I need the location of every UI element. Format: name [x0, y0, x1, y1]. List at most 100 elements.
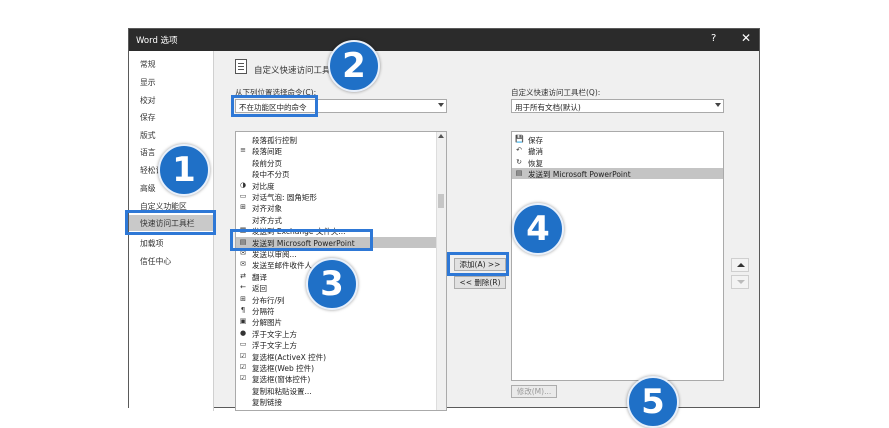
scroll-thumb[interactable] [438, 194, 444, 208]
list-item[interactable]: ▭ 对话气泡: 圆角矩形 [236, 191, 446, 202]
list-item[interactable]: 复制链接 [236, 396, 446, 407]
command-icon [239, 135, 247, 143]
list-item-label: 返回 [252, 284, 267, 294]
list-item[interactable]: ● 浮于文字上方 [236, 328, 446, 339]
list-item[interactable]: ↻ 恢复 [512, 157, 723, 168]
command-icon: ↻ [516, 157, 522, 166]
callout-4: 4 [512, 203, 564, 255]
arrow-down-icon [737, 280, 745, 284]
nav-item-trust-center[interactable]: 信任中心 [140, 256, 171, 267]
command-icon: 💾 [515, 135, 524, 143]
nav-item-save[interactable]: 保存 [140, 112, 156, 123]
list-item[interactable]: ☑ 复选框(窗体控件) [236, 373, 446, 384]
command-icon: ☑ [239, 351, 247, 360]
title-bar: Word 选项 ? ✕ [129, 29, 759, 51]
list-item-label: 分解图片 [252, 318, 282, 328]
list-item[interactable]: ▣ 分解图片 [236, 316, 446, 327]
command-icon: ▭ [239, 192, 247, 200]
list-item-label: 段落孤行控制 [252, 136, 297, 145]
move-down-button[interactable] [731, 275, 749, 289]
list-item[interactable]: ⊞ 对齐对象 [236, 202, 446, 213]
list-item-label: 复制和粘贴设置... [252, 386, 312, 396]
nav-item-advanced[interactable]: 高级 [140, 183, 156, 194]
command-icon: ▭ [239, 340, 247, 349]
list-item[interactable]: 段前分页 [236, 157, 446, 168]
list-item-label: 分隔符 [252, 307, 275, 316]
command-icon: ◑ [239, 180, 247, 189]
nav-item-proofing[interactable]: 校对 [140, 95, 156, 106]
callout-3: 3 [306, 258, 358, 310]
nav-item-display[interactable]: 显示 [140, 77, 156, 88]
toolbar-scope-value: 用于所有文档(默认) [515, 103, 581, 112]
command-icon [239, 386, 247, 394]
command-icon: ☑ [239, 374, 247, 383]
list-item-label: 分布行/列 [252, 295, 285, 305]
list-item-label: 段前分页 [252, 158, 282, 168]
list-item-label: 浮于文字上方 [252, 341, 297, 351]
list-item[interactable]: 💾 保存 [512, 134, 723, 145]
list-item[interactable]: 复制和粘贴设置... [236, 385, 446, 396]
move-up-button[interactable] [731, 258, 749, 272]
toolbar-page-icon [235, 59, 247, 74]
list-item[interactable]: ▭ 浮于文字上方 [236, 339, 446, 350]
highlight-commands-dropdown [231, 95, 318, 117]
window-title: Word 选项 [136, 36, 178, 46]
list-item-label: 对齐对象 [252, 204, 282, 214]
list-item[interactable]: ☑ 复选框(Web 控件) [236, 362, 446, 373]
commands-list-scrollbar[interactable] [436, 132, 446, 410]
command-icon: ▣ [239, 317, 247, 326]
toolbar-scope-label: 自定义快速访问工具栏(Q): [511, 88, 601, 97]
list-item-label: 复选框(窗体控件) [252, 375, 311, 385]
command-icon: ⊞ [240, 203, 246, 212]
list-item[interactable]: 对齐方式 [236, 214, 446, 225]
help-icon[interactable]: ? [711, 33, 716, 44]
command-icon: ↶ [516, 146, 522, 155]
list-item-label: 复制链接 [252, 398, 282, 408]
modify-button[interactable]: 修改(M)... [511, 385, 557, 398]
list-item-label: 发送到 Microsoft PowerPoint [528, 170, 631, 180]
highlight-add-button [447, 252, 509, 276]
list-item-label: 保存 [528, 136, 543, 145]
list-item[interactable]: ◑ 对比度 [236, 180, 446, 191]
list-item[interactable]: 段落孤行控制 [236, 134, 446, 145]
list-item-label: 恢复 [528, 158, 543, 168]
scroll-up-icon[interactable] [438, 134, 444, 138]
command-icon: ≡ [240, 146, 246, 155]
nav-item-general[interactable]: 常规 [140, 59, 156, 70]
callout-1: 1 [158, 144, 210, 196]
chevron-down-icon [438, 103, 444, 107]
list-item-label: 撤消 [528, 147, 543, 157]
quick-access-list[interactable]: 💾 保存 ↶ 撤消 ↻ 恢复 ▤ 发送到 Microsoft PowerPoint [511, 131, 724, 381]
toolbar-scope-dropdown[interactable]: 用于所有文档(默认) [511, 99, 724, 113]
list-item-label: 发送至邮件收件人 [252, 261, 312, 271]
command-icon: ✉ [240, 260, 246, 269]
nav-item-layout[interactable]: 版式 [140, 130, 156, 141]
command-icon: ⇄ [240, 271, 246, 280]
highlight-selected-command [230, 229, 373, 251]
list-item[interactable]: ↶ 撤消 [512, 145, 723, 156]
word-options-dialog: Word 选项 ? ✕ 常规 显示 校对 保存 版式 语言 轻松访问 高级 自定… [128, 28, 760, 411]
callout-2: 2 [328, 40, 380, 92]
list-item-label: 段中不分页 [252, 170, 290, 180]
arrow-up-icon [737, 263, 745, 267]
list-item[interactable]: 段中不分页 [236, 168, 446, 179]
chevron-down-icon [715, 103, 721, 107]
command-icon: ← [240, 283, 246, 292]
list-item[interactable]: ▤ 发送到 Microsoft PowerPoint [512, 168, 723, 180]
list-item-label: 复选框(ActiveX 控件) [252, 352, 327, 362]
list-item-label: 对齐方式 [252, 215, 282, 225]
list-item-label: 段落间距 [252, 147, 282, 157]
list-item-label: 对比度 [252, 181, 275, 191]
list-item[interactable]: ☑ 复选框(ActiveX 控件) [236, 351, 446, 362]
nav-item-addins[interactable]: 加载项 [140, 238, 163, 249]
command-icon [239, 397, 247, 405]
highlight-nav-quick-access [125, 210, 216, 235]
remove-button[interactable]: << 删除(R) [454, 276, 506, 289]
command-icon [239, 169, 247, 177]
close-icon[interactable]: ✕ [741, 31, 751, 45]
command-icon [239, 158, 247, 166]
command-icon: ▤ [515, 169, 523, 178]
list-item[interactable]: ≡ 段落间距 [236, 145, 446, 156]
list-item-label: 对话气泡: 圆角矩形 [252, 193, 317, 202]
nav-item-language[interactable]: 语言 [140, 147, 156, 158]
